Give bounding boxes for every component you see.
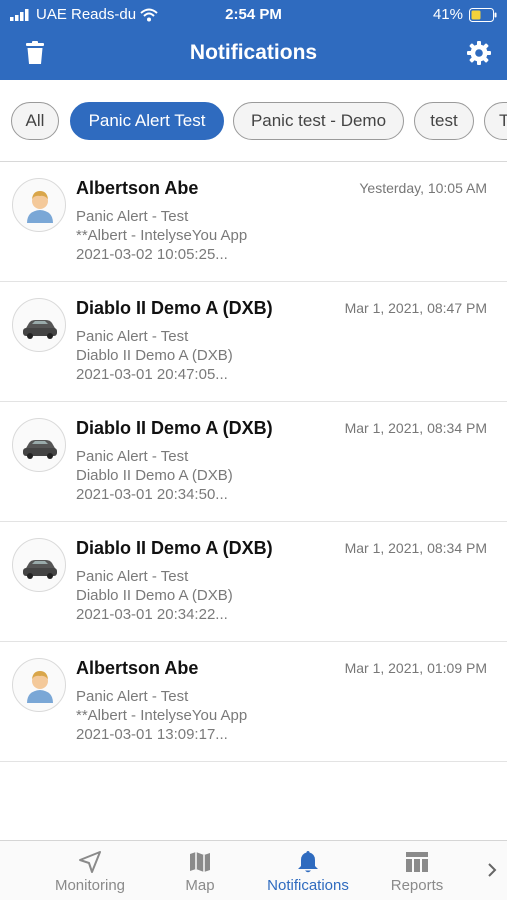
alert-type: Panic Alert - Test [76,448,189,465]
alert-source: Diablo II Demo A (DXB) [76,467,233,484]
reports-table-icon [406,852,428,872]
alert-datetime: 2021-03-02 10:05:25... [76,246,228,263]
alert-datetime: 2021-03-01 20:34:22... [76,606,228,623]
notification-list: Albertson Abe Yesterday, 10:05 AM Panic … [0,162,507,762]
sender-name: Diablo II Demo A (DXB) [76,418,273,438]
map-icon [190,852,210,872]
page-title: Notifications [189,41,318,64]
alert-type: Panic Alert - Test [76,568,189,585]
sender-name: Diablo II Demo A (DXB) [76,538,273,558]
tab-notifications[interactable]: Notifications [255,845,361,900]
alert-type: Panic Alert - Test [76,688,189,705]
title-bar: Notifications [0,30,507,76]
list-item[interactable]: Diablo II Demo A (DXB) Mar 1, 2021, 08:4… [0,282,507,402]
person-avatar-icon [12,658,66,712]
alert-source: Diablo II Demo A (DXB) [76,347,233,364]
tab-label: Map [185,877,215,894]
bottom-tab-bar: Monitoring Map Notifications Reports [0,840,507,900]
alert-source: **Albert - IntelyseYou App [76,227,248,244]
car-avatar-icon [12,538,66,592]
timestamp: Mar 1, 2021, 01:09 PM [344,660,487,676]
chip-test[interactable]: test [414,102,474,140]
list-item[interactable]: Albertson Abe Yesterday, 10:05 AM Panic … [0,162,507,282]
timestamp: Mar 1, 2021, 08:34 PM [344,420,487,436]
alert-datetime: 2021-03-01 20:47:05... [76,366,228,383]
filter-chips: All Panic Alert Test Panic test - Demo t… [0,80,507,162]
status-right: 41% [433,6,497,23]
alert-type: Panic Alert - Test [76,328,189,345]
timestamp: Mar 1, 2021, 08:34 PM [344,540,487,556]
list-item[interactable]: Diablo II Demo A (DXB) Mar 1, 2021, 08:3… [0,402,507,522]
timestamp: Mar 1, 2021, 08:47 PM [344,300,487,316]
tab-reports[interactable]: Reports [376,845,458,900]
bell-icon [298,851,318,873]
chip-panic-test-demo[interactable]: Panic test - Demo [233,102,404,140]
tab-monitoring[interactable]: Monitoring [40,845,140,900]
status-time: 2:54 PM [225,6,282,23]
tab-label: Reports [390,877,444,894]
sender-name: Albertson Abe [76,178,199,198]
car-avatar-icon [12,298,66,352]
sender-name: Diablo II Demo A (DXB) [76,298,273,318]
tab-map[interactable]: Map [160,845,240,900]
timestamp: Yesterday, 10:05 AM [359,180,487,196]
app-header: UAE Reads-du 2:54 PM 41% Notifications [0,0,507,80]
chip-all[interactable]: All [11,102,59,140]
chip-panic-alert-test[interactable]: Panic Alert Test [70,102,224,140]
alert-source: Diablo II Demo A (DXB) [76,587,233,604]
status-bar: UAE Reads-du 2:54 PM 41% [0,0,507,28]
gear-icon[interactable] [465,39,493,67]
list-item[interactable]: Albertson Abe Mar 1, 2021, 01:09 PM Pani… [0,642,507,762]
battery-percent: 41% [432,6,463,23]
tab-label: Notifications [267,877,349,894]
alert-type: Panic Alert - Test [76,208,189,225]
alert-datetime: 2021-03-01 13:09:17... [76,726,228,743]
navigation-arrow-icon [79,851,101,873]
person-avatar-icon [12,178,66,232]
chip-t[interactable]: T [484,102,507,140]
sender-name: Albertson Abe [76,658,199,678]
chevron-right-icon[interactable] [485,861,499,879]
list-item[interactable]: Diablo II Demo A (DXB) Mar 1, 2021, 08:3… [0,522,507,642]
tab-label: Monitoring [54,877,126,894]
alert-datetime: 2021-03-01 20:34:50... [76,486,228,503]
car-avatar-icon [12,418,66,472]
alert-source: **Albert - IntelyseYou App [76,707,248,724]
battery-icon [469,7,497,22]
